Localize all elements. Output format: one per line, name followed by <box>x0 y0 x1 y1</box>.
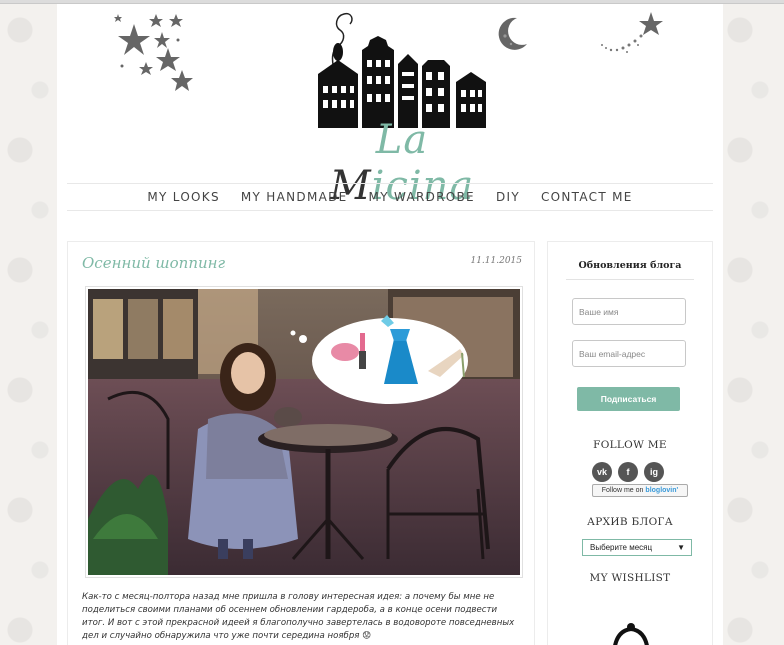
subscribe-divider <box>566 279 694 280</box>
post-date: 11.11.2015 <box>470 256 522 266</box>
logo-text-part1: La <box>375 117 429 163</box>
sidebar: Обновления блога Ваше имя Ваш email-адре… <box>547 241 713 645</box>
nav-my-looks[interactable]: MY LOOKS <box>147 190 220 204</box>
vk-icon[interactable]: vk <box>592 462 612 482</box>
moon-icon <box>498 17 527 50</box>
stars-icon <box>114 14 193 91</box>
subscribe-title: Обновления блога <box>578 260 682 271</box>
wishlist-title: MY WISHLIST <box>589 572 671 584</box>
instagram-icon[interactable]: ig <box>644 462 664 482</box>
post-body-content: Как-то с месяц-полтора назад мне пришла … <box>82 592 515 641</box>
bloglovin-button[interactable]: Follow me on bloglovin' <box>592 484 688 497</box>
archive-select-value: Выберите месяц <box>590 543 653 552</box>
blog-post: Осенний шоппинг 11.11.2015 Как-то с меся… <box>67 241 535 645</box>
facebook-icon[interactable]: f <box>618 462 638 482</box>
blog-page: La Micina MY LOOKS MY HANDMADE MY WARDRO… <box>57 4 723 645</box>
photo-scene <box>88 289 520 575</box>
email-field-placeholder: Ваш email-адрес <box>579 348 646 359</box>
archive-month-select[interactable]: Выберите месяц ▼ <box>582 539 692 556</box>
social-links: vk f ig <box>592 462 664 482</box>
follow-title: FOLLOW ME <box>593 439 667 451</box>
dropdown-arrow-icon: ▼ <box>677 543 685 552</box>
main-navigation: MY LOOKS MY HANDMADE MY WARDROBE DIY CON… <box>67 183 713 211</box>
shooting-star-icon <box>601 12 663 53</box>
post-image[interactable] <box>85 286 523 578</box>
bloglovin-prefix: Follow me on <box>601 487 644 494</box>
name-field-placeholder: Ваше имя <box>579 306 619 317</box>
nav-diy[interactable]: DIY <box>496 190 520 204</box>
post-title[interactable]: Осенний шоппинг <box>82 254 225 272</box>
nav-my-wardrobe[interactable]: MY WARDROBE <box>369 190 475 204</box>
post-photo <box>88 289 520 575</box>
houses-logo-icon <box>318 12 486 128</box>
sad-emoji-icon: 😟 <box>362 631 372 641</box>
wishlist-item-image[interactable] <box>604 617 658 645</box>
archive-title: АРХИВ БЛОГА <box>587 516 673 528</box>
nav-my-handmade[interactable]: MY HANDMADE <box>241 190 348 204</box>
bloglovin-brand: bloglovin' <box>645 487 679 494</box>
nav-contact-me[interactable]: CONTACT ME <box>541 190 633 204</box>
subscribe-button[interactable]: Подписаться <box>577 387 680 411</box>
post-body-text: Как-то с месяц-полтора назад мне пришла … <box>82 591 522 643</box>
blog-header: La Micina <box>57 4 723 209</box>
email-field[interactable]: Ваш email-адрес <box>572 340 686 367</box>
name-field[interactable]: Ваше имя <box>572 298 686 325</box>
